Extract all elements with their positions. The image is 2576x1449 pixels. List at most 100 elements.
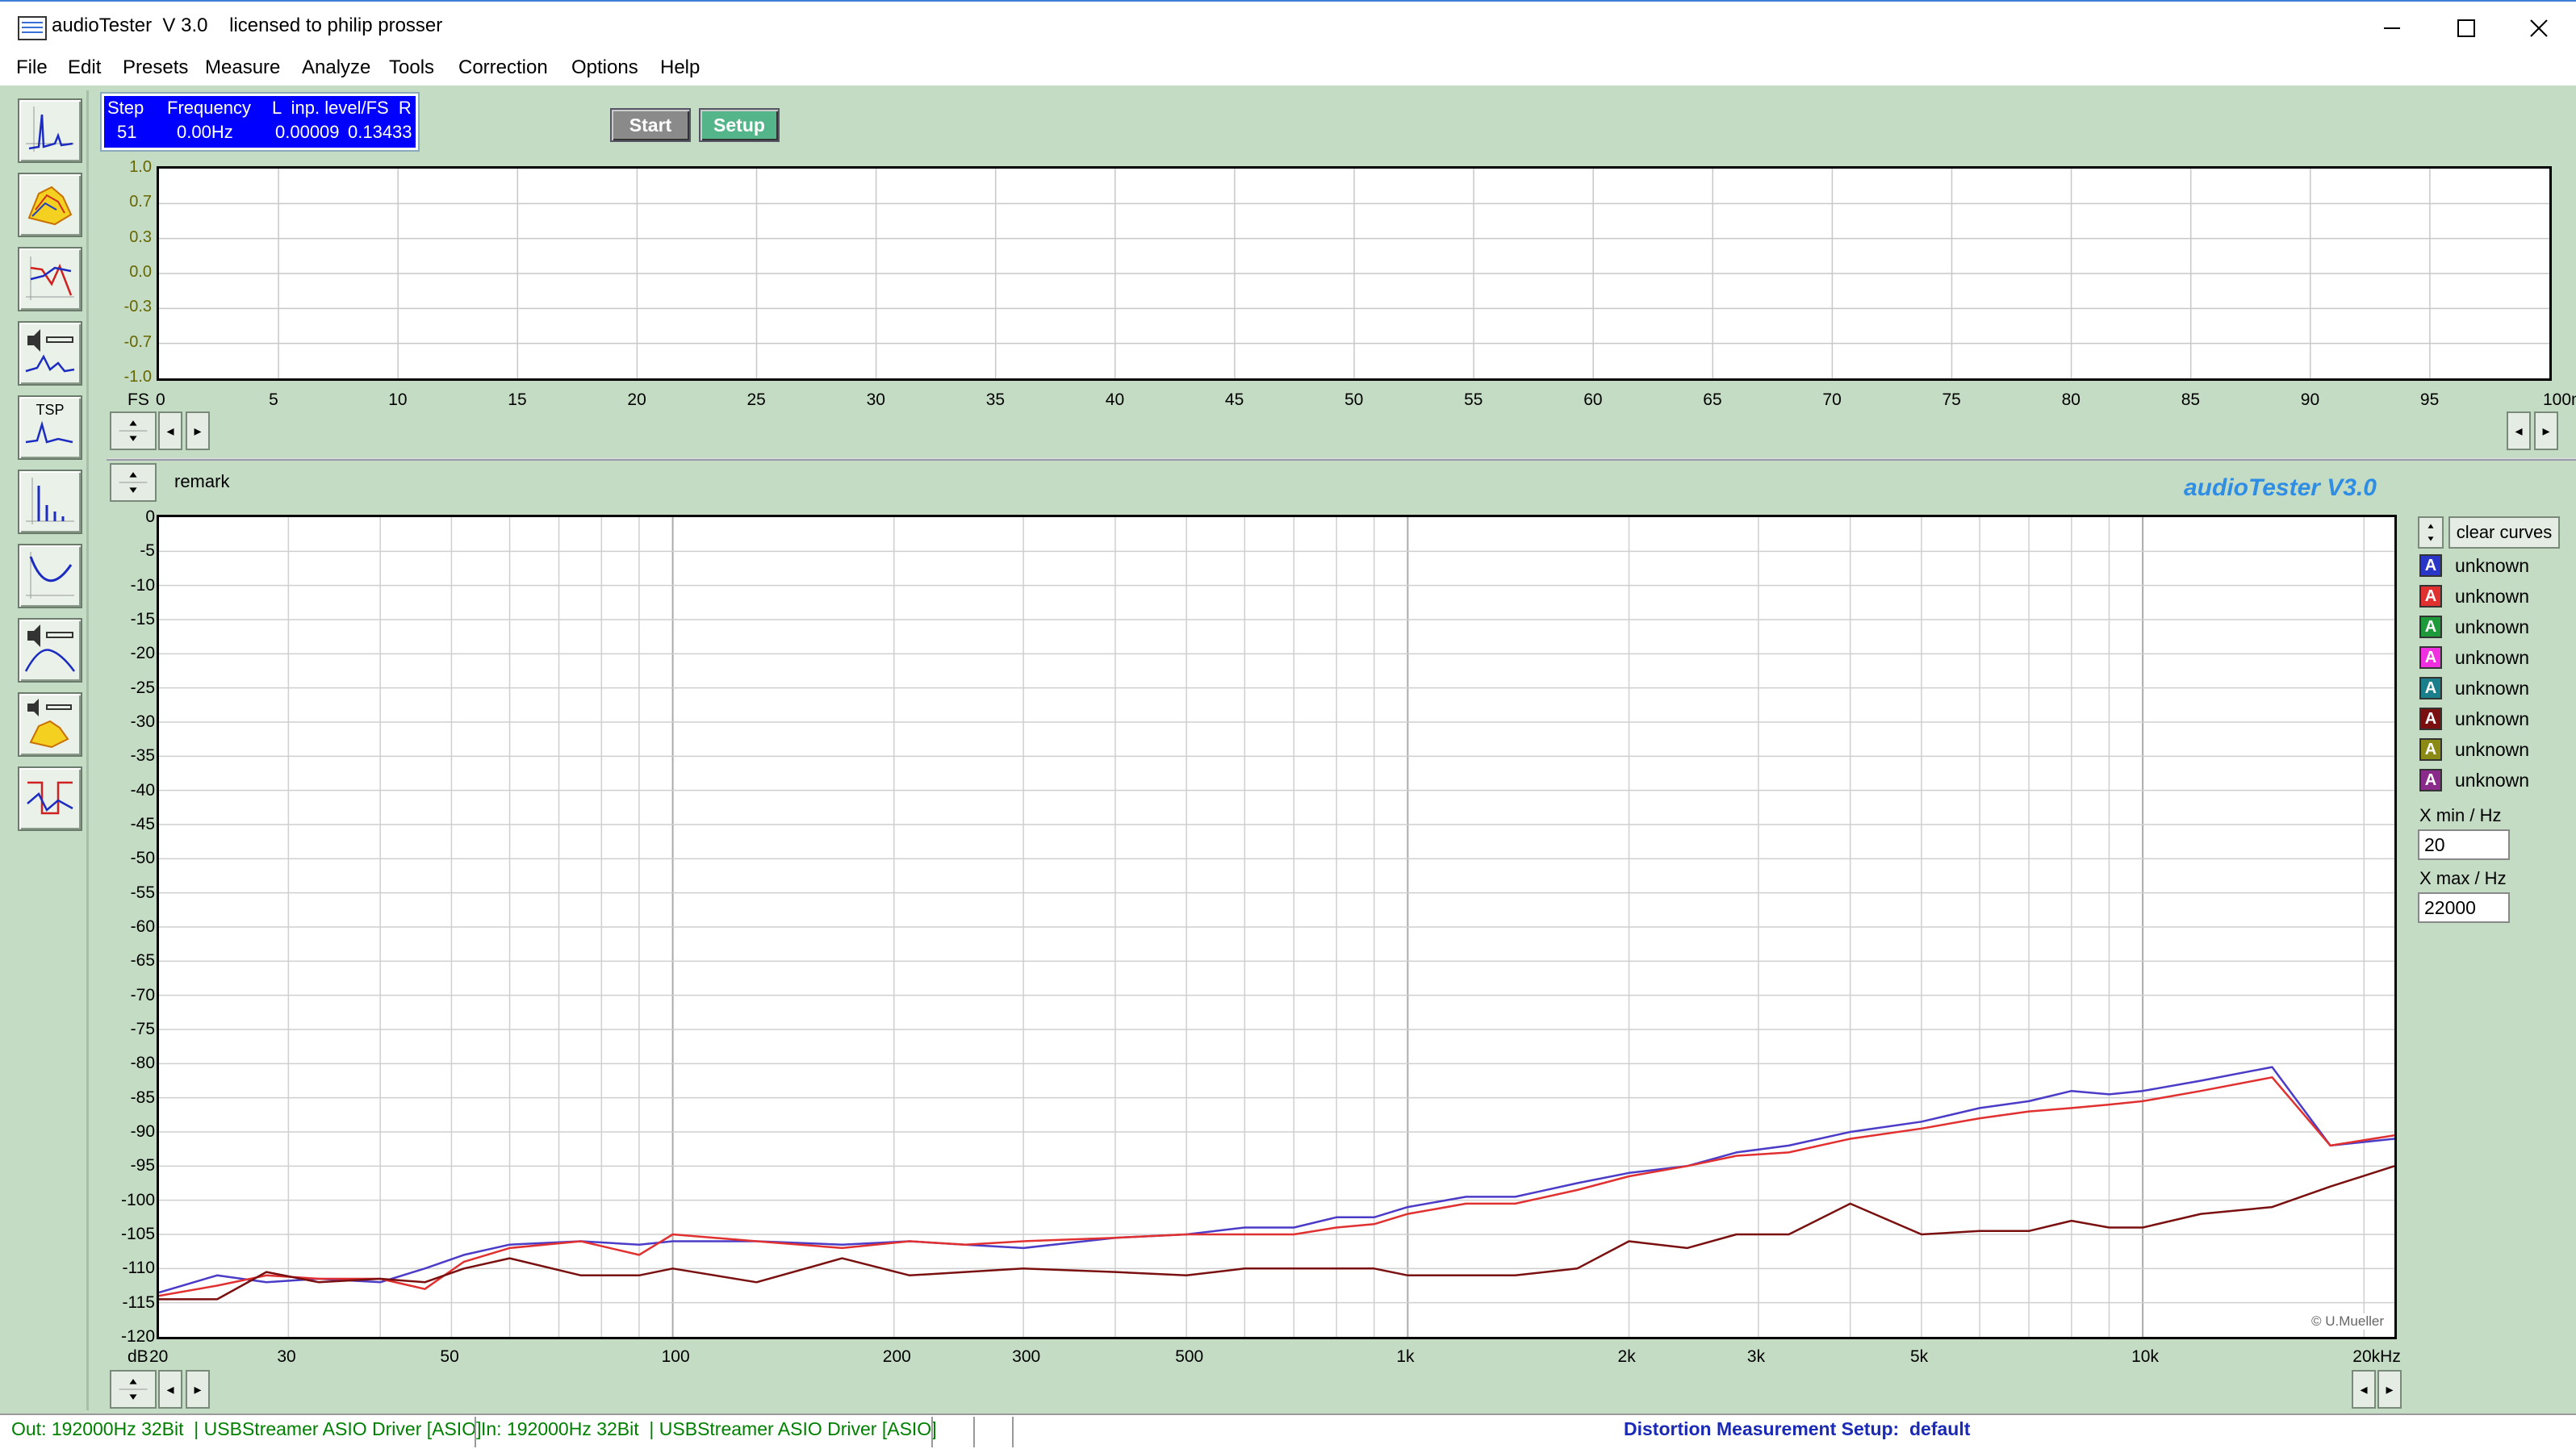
tool-speaker-distortion[interactable] bbox=[18, 692, 82, 757]
level-right-value: 0.13433 bbox=[348, 122, 412, 142]
clear-curves-button[interactable]: clear curves bbox=[2448, 516, 2560, 549]
distortion-colored-icon bbox=[27, 186, 73, 226]
spectrum-x-tick: 20kHz bbox=[2352, 1347, 2401, 1366]
spectrum-y-tick: -50 bbox=[130, 849, 155, 868]
spectrum-y-tick: -90 bbox=[130, 1122, 155, 1141]
maximize-button[interactable] bbox=[2429, 2, 2503, 55]
legend-label: unknown bbox=[2455, 677, 2530, 699]
menu-file[interactable]: File bbox=[16, 56, 48, 79]
spectrum-y-tick: -105 bbox=[120, 1225, 155, 1243]
tool-spectrum[interactable] bbox=[18, 98, 82, 163]
spectrum-y-tick: -75 bbox=[130, 1020, 155, 1038]
xmax-input[interactable]: 22000 bbox=[2418, 892, 2510, 923]
tsp-icon: TSP bbox=[25, 402, 73, 444]
close-button[interactable] bbox=[2502, 2, 2576, 55]
remark-label[interactable]: remark bbox=[174, 471, 229, 492]
spectrum-scroll-left[interactable]: ◂ bbox=[158, 1370, 182, 1409]
scope-scale-spinner[interactable] bbox=[110, 411, 157, 450]
legend-item[interactable]: Aunknown bbox=[2419, 644, 2529, 671]
spectrum-pan-right[interactable]: ▸ bbox=[2377, 1370, 2402, 1409]
start-button[interactable]: Start bbox=[610, 108, 691, 142]
spectrum-top-spinner[interactable] bbox=[110, 463, 157, 502]
spectrum-scroll-right[interactable]: ▸ bbox=[186, 1370, 210, 1409]
menu-options[interactable]: Options bbox=[571, 56, 638, 79]
legend-item[interactable]: Aunknown bbox=[2419, 613, 2529, 641]
legend-spinner[interactable] bbox=[2418, 516, 2444, 549]
spectrum-plot[interactable] bbox=[157, 515, 2397, 1339]
tool-speaker-impedance[interactable] bbox=[18, 321, 82, 386]
status-bar: Out: 192000Hz 32Bit | USBStreamer ASIO D… bbox=[0, 1414, 2576, 1449]
legend-item[interactable]: Aunknown bbox=[2419, 705, 2529, 733]
spectrum-bottom-spinner[interactable] bbox=[110, 1370, 157, 1409]
menu-presets[interactable]: Presets bbox=[123, 56, 188, 79]
scope-scroll-right[interactable]: ▸ bbox=[186, 411, 210, 450]
tool-tsp[interactable]: TSP bbox=[18, 395, 82, 460]
scope-x-tick: 5 bbox=[269, 390, 278, 409]
tool-square-wave[interactable] bbox=[18, 766, 82, 831]
menu-help[interactable]: Help bbox=[660, 56, 700, 79]
scope-scroll-left[interactable]: ◂ bbox=[158, 411, 182, 450]
menu-measure[interactable]: Measure bbox=[205, 56, 280, 79]
spectrum-x-tick: 200 bbox=[882, 1347, 911, 1366]
spectrum-pan-left[interactable]: ◂ bbox=[2352, 1370, 2376, 1409]
tool-distortion-3d[interactable] bbox=[18, 173, 82, 237]
legend-color-swatch[interactable]: A bbox=[2419, 769, 2442, 791]
menu-edit[interactable]: Edit bbox=[68, 56, 101, 79]
legend-item[interactable]: Aunknown bbox=[2419, 766, 2529, 794]
status-divider bbox=[1012, 1417, 1014, 1447]
xmax-label: X max / Hz bbox=[2419, 868, 2507, 888]
scope-x-tick: 80 bbox=[2061, 390, 2080, 409]
arrow-right-icon: ▸ bbox=[2386, 1380, 2394, 1397]
tool-fft[interactable] bbox=[18, 470, 82, 534]
spectrum-icon bbox=[26, 106, 74, 152]
filter-curve-icon bbox=[26, 552, 74, 599]
menu-tools[interactable]: Tools bbox=[389, 56, 434, 79]
legend-color-swatch[interactable]: A bbox=[2419, 646, 2442, 669]
level-left-value: 0.00009 bbox=[275, 122, 340, 142]
frequency-header: Frequency bbox=[167, 98, 251, 118]
legend-item[interactable]: Aunknown bbox=[2419, 674, 2529, 702]
fft-icon bbox=[26, 478, 74, 524]
xmin-input[interactable]: 20 bbox=[2418, 829, 2510, 860]
scope-y-tick: 0.7 bbox=[129, 193, 152, 211]
legend-item[interactable]: Aunknown bbox=[2419, 552, 2529, 579]
legend-color-swatch[interactable]: A bbox=[2419, 554, 2442, 577]
arrow-right-icon: ▸ bbox=[194, 422, 202, 439]
series-line-1 bbox=[158, 1066, 2395, 1294]
legend-label: unknown bbox=[2455, 646, 2530, 668]
tool-freq-response[interactable] bbox=[18, 247, 82, 311]
spectrum-x-tick: 1k bbox=[1396, 1347, 1415, 1366]
spectrum-y-unit: dB bbox=[128, 1347, 148, 1366]
scope-x-tick: 95 bbox=[2419, 390, 2440, 409]
menu-analyze[interactable]: Analyze bbox=[302, 56, 370, 79]
legend-color-swatch[interactable]: A bbox=[2419, 738, 2442, 761]
scope-pan-left[interactable]: ◂ bbox=[2507, 411, 2531, 450]
tool-speaker-sweep[interactable] bbox=[18, 618, 82, 683]
scope-y-unit: FS bbox=[128, 390, 149, 409]
setup-button[interactable]: Setup bbox=[699, 108, 780, 142]
scope-x-tick: 50 bbox=[1344, 390, 1364, 409]
legend-color-swatch[interactable]: A bbox=[2419, 585, 2442, 608]
scope-x-tick: 35 bbox=[985, 390, 1006, 409]
legend-item[interactable]: Aunknown bbox=[2419, 583, 2529, 610]
legend-item[interactable]: Aunknown bbox=[2419, 736, 2529, 763]
menu-correction[interactable]: Correction bbox=[458, 56, 548, 79]
arrow-left-icon: ◂ bbox=[2360, 1380, 2368, 1397]
scope-pan-right[interactable]: ▸ bbox=[2534, 411, 2558, 450]
legend-color-swatch[interactable]: A bbox=[2419, 677, 2442, 699]
tool-filter[interactable] bbox=[18, 544, 82, 608]
setup-status: Distortion Measurement Setup: default bbox=[1624, 1418, 1971, 1439]
arrow-left-icon: ◂ bbox=[166, 422, 174, 439]
scope-plot[interactable] bbox=[157, 166, 2552, 381]
spectrum-y-tick: -5 bbox=[140, 541, 155, 561]
scope-x-tick: 70 bbox=[1822, 390, 1842, 409]
spectrum-y-tick: -65 bbox=[130, 951, 155, 971]
legend-color-swatch[interactable]: A bbox=[2419, 708, 2442, 730]
panel-divider[interactable] bbox=[107, 458, 2576, 461]
minimize-button[interactable] bbox=[2355, 2, 2429, 55]
spectrum-x-tick: 30 bbox=[277, 1347, 296, 1366]
spectrum-y-tick: -80 bbox=[130, 1054, 155, 1073]
legend-color-swatch[interactable]: A bbox=[2419, 616, 2442, 638]
legend-label: unknown bbox=[2455, 554, 2530, 576]
series-line-3 bbox=[159, 1165, 2395, 1301]
